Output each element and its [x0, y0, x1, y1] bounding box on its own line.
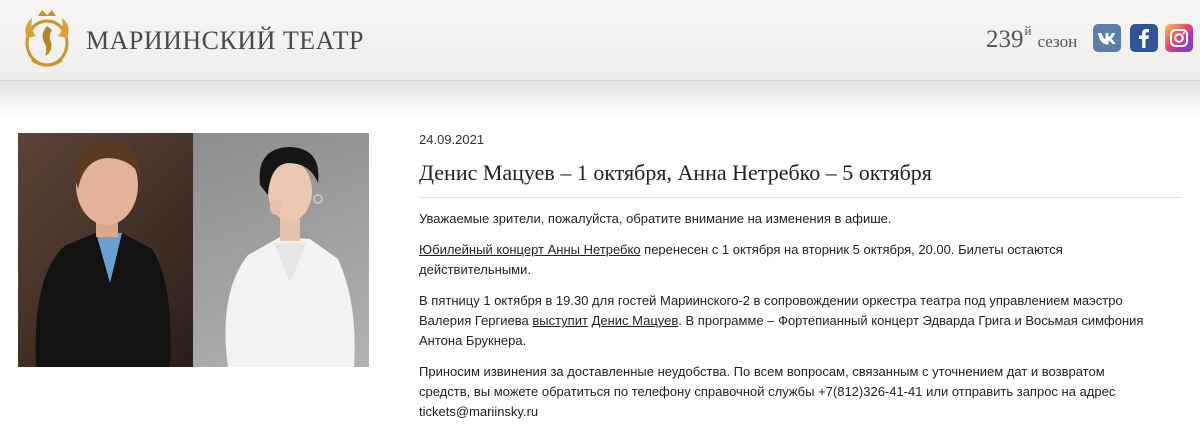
season-label: 239й сезон	[986, 23, 1078, 54]
header-shadow-band	[0, 81, 1200, 117]
article-paragraph-3: В пятницу 1 октября в 19.30 для гостей М…	[419, 291, 1144, 351]
season-word: сезон	[1037, 32, 1078, 51]
site-header: МАРИИНСКИЙ ТЕАТР 239й сезон	[0, 0, 1200, 81]
article-photo[interactable]	[18, 133, 369, 367]
season-suffix: й	[1024, 23, 1032, 38]
vk-icon[interactable]	[1093, 24, 1121, 52]
article-paragraph-4: Приносим извинения за доставленные неудо…	[419, 364, 1116, 419]
season-number: 239	[986, 26, 1024, 53]
article-paragraph-2: Юбилейный концерт Анны Нетребко перенесе…	[419, 240, 1144, 280]
portraits-illustration	[35, 141, 355, 367]
facebook-icon[interactable]	[1130, 24, 1158, 52]
performs-link[interactable]: выступит	[532, 313, 588, 328]
article-paragraph-1: Уважаемые зрители, пожалуйста, обратите …	[419, 211, 892, 226]
matsuev-link[interactable]: Денис Мацуев	[592, 313, 679, 328]
article-date: 24.09.2021	[419, 132, 485, 147]
instagram-icon[interactable]	[1165, 24, 1193, 52]
title-divider	[419, 197, 1182, 198]
mariinsky-emblem-icon[interactable]	[18, 8, 76, 70]
theatre-name[interactable]: МАРИИНСКИЙ ТЕАТР	[86, 26, 364, 56]
article-title[interactable]: Денис Мацуев – 1 октября, Анна Нетребко …	[419, 160, 932, 186]
netrebko-concert-link[interactable]: Юбилейный концерт Анны Нетребко	[419, 242, 641, 257]
